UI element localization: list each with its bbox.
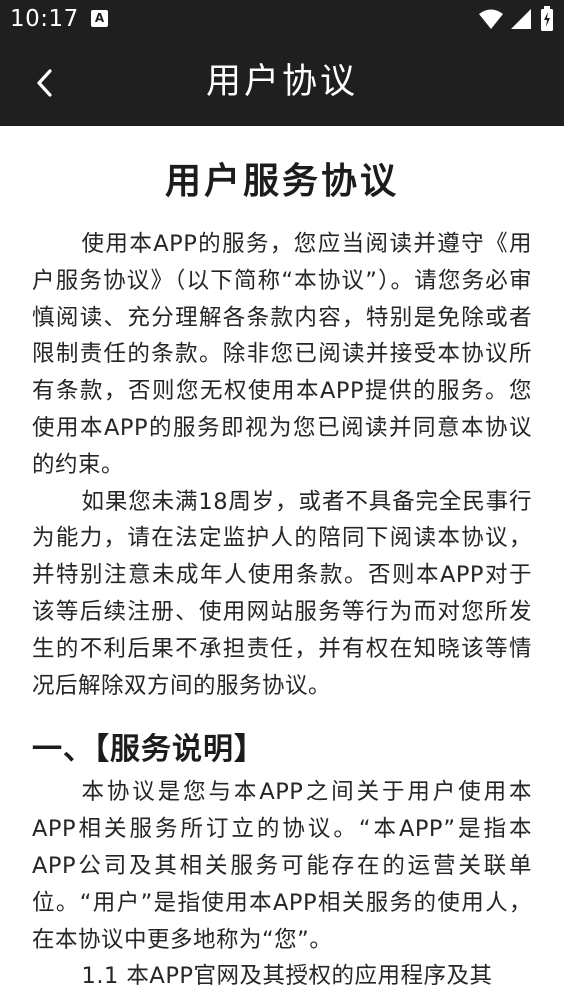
intro-paragraph: 使用本APP的服务，您应当阅读并遵守《用户服务协议》（以下简称“本协议”）。请您… <box>32 231 532 478</box>
agreement-content[interactable]: 用户服务协议 使用本APP的服务，您应当阅读并遵守《用户服务协议》（以下简称“本… <box>0 126 564 1004</box>
back-button[interactable] <box>20 58 72 106</box>
status-bar: 10:17 A <box>0 0 564 38</box>
wifi-icon <box>479 9 503 29</box>
section-heading-service: 一、【服务说明】 <box>32 732 265 768</box>
app-notification-icon: A <box>91 10 108 27</box>
signal-icon <box>511 9 531 29</box>
app-bar: 用户协议 <box>0 38 564 126</box>
section-paragraph: 本协议是您与本APP之间关于用户使用本APP相关服务所订立的协议。“本APP”是… <box>32 779 532 953</box>
page-title: 用户协议 <box>205 62 358 102</box>
screen: 10:17 A 用户协议 用户服务协议 使用本APP的服务，您应当阅读并遵守《用… <box>0 0 564 1004</box>
status-icons <box>478 6 558 32</box>
chevron-left-icon <box>37 69 52 97</box>
section-paragraph-clause: 1.1 本APP官网及其授权的应用程序及其 <box>81 963 493 990</box>
minor-notice-paragraph: 如果您未满18周岁，或者不具备完全民事行为能力，请在法定监护人的陪同下阅读本协议… <box>32 488 532 699</box>
status-time: 10:17 <box>10 6 79 32</box>
document-title: 用户服务协议 <box>164 161 399 202</box>
battery-icon <box>541 6 553 31</box>
app-notification-icon-letter: A <box>94 11 105 25</box>
